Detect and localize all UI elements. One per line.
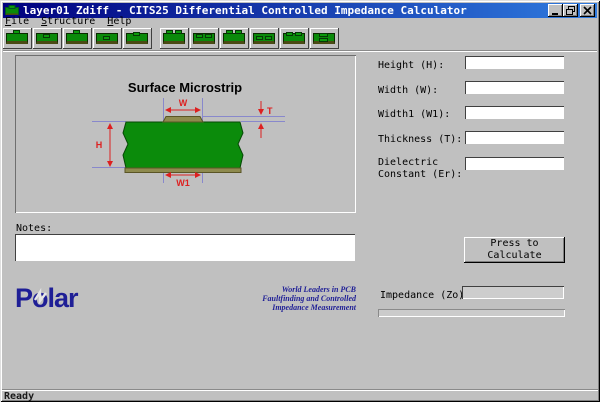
menu-help[interactable]: Help: [107, 17, 131, 27]
brand-tagline: World Leaders in PCB Faultfinding and Co…: [186, 285, 356, 312]
diff-surface-microstrip-icon: [163, 33, 185, 44]
broadside-coupled-stripline-icon: [313, 33, 335, 44]
application-window: layer01 Zdiff - CITS25 Differential Cont…: [0, 0, 600, 402]
toolbar-button-surface-microstrip[interactable]: [3, 28, 32, 49]
polar-logo-text: Polar: [15, 284, 79, 312]
statusbar-divider: [2, 389, 598, 391]
restore-icon: [566, 6, 575, 15]
structure-diagram: Surface Microstrip: [15, 55, 354, 211]
menu-bar: File Structure Help: [5, 17, 143, 27]
thickness-input[interactable]: [465, 131, 564, 144]
diff-embedded-microstrip-icon: [253, 33, 275, 44]
dim-label-t: T: [267, 106, 273, 116]
tagline-line: Impedance Measurement: [186, 303, 356, 312]
trace-copper: [163, 117, 203, 123]
dim-label-w: W: [179, 98, 188, 108]
calculate-button[interactable]: Press to Calculate: [464, 237, 565, 263]
diff-coated-microstrip-icon: [193, 33, 215, 44]
restore-button[interactable]: [563, 4, 578, 17]
impedance-value-field: [462, 286, 564, 299]
embedded-microstrip-icon: [96, 33, 118, 44]
toolbar-button-broadside-coupled-stripline[interactable]: [310, 28, 339, 49]
substrate-green: [123, 122, 243, 168]
height-label: Height (H):: [378, 60, 474, 72]
window-controls: [548, 4, 595, 17]
minimize-icon: [551, 6, 560, 15]
structure-diagram-panel: Surface Microstrip: [15, 55, 356, 213]
toolbar-divider: [3, 50, 597, 52]
toolbar-button-coated-microstrip-2[interactable]: [63, 28, 92, 49]
ground-plane-copper: [125, 168, 241, 173]
progress-bar: [378, 309, 565, 317]
pcb-cross-section: [123, 117, 243, 173]
toolbar-button-diff-stripline[interactable]: [280, 28, 309, 49]
menu-structure[interactable]: Structure: [41, 17, 95, 27]
structure-toolbar: [3, 28, 340, 49]
dim-label-h: H: [96, 140, 103, 150]
toolbar-button-stripline[interactable]: [123, 28, 152, 49]
close-icon: [583, 6, 592, 15]
toolbar-button-diff-coated-microstrip-2[interactable]: [220, 28, 249, 49]
width1-input[interactable]: [465, 106, 564, 119]
notes-textarea[interactable]: [15, 234, 355, 261]
width-input[interactable]: [465, 81, 564, 94]
thickness-label: Thickness (T):: [378, 134, 474, 146]
dim-label-w1: W1: [176, 178, 190, 188]
toolbar-button-diff-embedded-microstrip[interactable]: [250, 28, 279, 49]
toolbar-button-coated-microstrip[interactable]: [33, 28, 62, 49]
surface-microstrip-icon: [6, 33, 28, 44]
height-input[interactable]: [465, 56, 564, 69]
diff-coated-microstrip-2-icon: [223, 33, 245, 44]
polar-logo: Polar: [15, 284, 105, 316]
coated-microstrip-icon: [36, 33, 58, 44]
menu-file[interactable]: File: [5, 17, 29, 27]
impedance-label: Impedance (Zo):: [380, 290, 470, 301]
toolbar-button-diff-surface-microstrip[interactable]: [160, 28, 189, 49]
toolbar-button-embedded-microstrip[interactable]: [93, 28, 122, 49]
width1-label: Width1 (W1):: [378, 109, 474, 121]
coated-microstrip-2-icon: [66, 33, 88, 44]
width-label: Width (W):: [378, 85, 474, 97]
notes-label: Notes:: [16, 223, 52, 234]
close-button[interactable]: [580, 4, 595, 17]
minimize-button[interactable]: [548, 4, 563, 17]
diagram-title: Surface Microstrip: [128, 80, 242, 95]
stripline-icon: [126, 33, 148, 44]
dielectric-constant-label: Dielectric Constant (Er):: [378, 157, 474, 181]
diff-stripline-icon: [283, 33, 305, 44]
tagline-line: World Leaders in PCB: [186, 285, 356, 294]
dielectric-constant-input[interactable]: [465, 157, 564, 170]
toolbar-button-diff-coated-microstrip[interactable]: [190, 28, 219, 49]
app-icon: [5, 5, 19, 16]
tagline-line: Faultfinding and Controlled: [186, 294, 356, 303]
statusbar-text: Ready: [4, 391, 34, 402]
